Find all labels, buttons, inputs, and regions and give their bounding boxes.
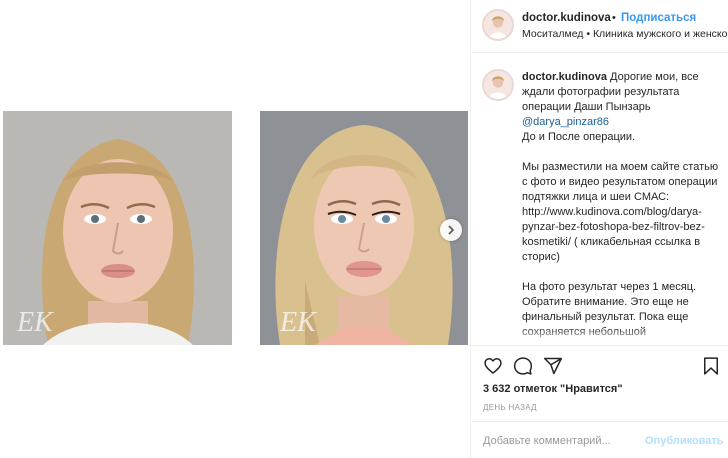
header-username[interactable]: doctor.kudinova bbox=[522, 12, 611, 24]
avatar[interactable] bbox=[482, 9, 514, 41]
comment-icon bbox=[513, 357, 533, 375]
post-header: doctor.kudinova • Подписаться Моситалмед… bbox=[471, 0, 728, 53]
post-media: EK EK bbox=[0, 0, 470, 458]
post-side-panel: doctor.kudinova • Подписаться Моситалмед… bbox=[470, 0, 728, 458]
save-button[interactable] bbox=[701, 356, 721, 376]
caption-before-after-text: До и После операции. bbox=[522, 131, 636, 143]
caption-username[interactable]: doctor.kudinova bbox=[522, 71, 607, 83]
bookmark-icon bbox=[704, 357, 718, 375]
heart-icon bbox=[484, 358, 502, 374]
comment-input[interactable] bbox=[483, 432, 633, 450]
location-link[interactable]: Моситалмед • Клиника мужского и женского… bbox=[522, 28, 727, 40]
separator-dot: • bbox=[612, 12, 616, 24]
svg-text:EK: EK bbox=[279, 307, 317, 338]
caption-avatar[interactable] bbox=[482, 69, 514, 101]
chevron-right-icon bbox=[448, 225, 455, 235]
share-button[interactable] bbox=[543, 356, 563, 376]
post-caption: doctor.kudinova Дорогие мои, все ждали ф… bbox=[522, 70, 722, 340]
caption-area[interactable]: doctor.kudinova Дорогие мои, все ждали ф… bbox=[471, 54, 728, 346]
svg-text:EK: EK bbox=[16, 307, 54, 338]
share-icon bbox=[543, 357, 563, 375]
caption-article-text: Мы разместили на моем сайте статью с фот… bbox=[522, 161, 719, 203]
post-timestamp[interactable]: ДЕНЬ НАЗАД bbox=[483, 403, 537, 412]
action-bar bbox=[471, 347, 728, 381]
likes-count[interactable]: 3 632 отметок "Нравится" bbox=[483, 383, 623, 395]
next-slide-button[interactable] bbox=[440, 219, 462, 241]
after-photo[interactable]: EK bbox=[260, 111, 468, 345]
follow-button[interactable]: Подписаться bbox=[621, 12, 696, 24]
caption-mention[interactable]: @darya_pinzar86 bbox=[522, 116, 609, 128]
before-photo[interactable]: EK bbox=[3, 111, 232, 345]
publish-button[interactable]: Опубликовать bbox=[645, 435, 724, 447]
add-comment-bar: Опубликовать bbox=[471, 421, 728, 458]
like-button[interactable] bbox=[483, 356, 503, 376]
comment-button[interactable] bbox=[513, 356, 533, 376]
